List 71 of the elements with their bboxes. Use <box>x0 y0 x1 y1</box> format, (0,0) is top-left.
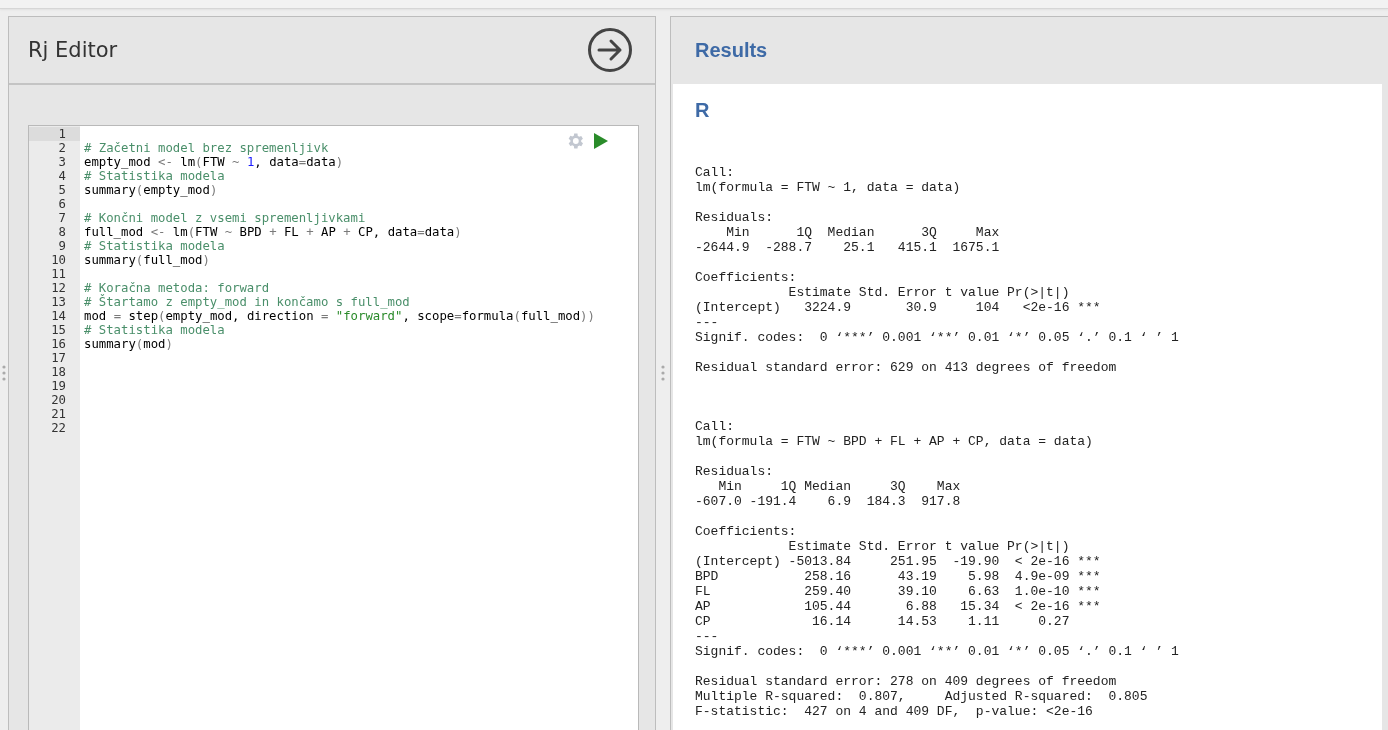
line-number: 16 <box>50 337 67 351</box>
line-number: 7 <box>57 211 67 225</box>
output-line: (Intercept) -5013.84 251.95 -19.90 < 2e-16 *** <box>695 554 1101 569</box>
line-number: 6 <box>57 197 67 211</box>
play-icon[interactable] <box>593 133 608 149</box>
code-line: summary(full_mod) <box>84 253 210 267</box>
line-number: 14 <box>50 309 67 323</box>
line-number: 20 <box>50 393 67 407</box>
code-line: # Začetni model brez spremenljivk <box>84 141 329 155</box>
line-number: 4 <box>57 169 67 183</box>
line-number: 13 <box>50 295 67 309</box>
line-number: 11 <box>50 267 67 281</box>
output-line: --- <box>695 315 719 330</box>
line-number: 1 <box>29 127 80 141</box>
line-number: 22 <box>50 421 67 435</box>
panel-title: Rj Editor <box>28 38 118 62</box>
output-line: Signif. codes: 0 ‘***’ 0.001 ‘**’ 0.01 ‘*’ 0.05 ‘.’ 0.1 ‘ ’ 1 <box>695 644 1179 659</box>
code-line: # Statistika modela <box>84 323 225 337</box>
output-line: Coefficients: <box>695 270 797 285</box>
output-line: -2644.9 -288.7 25.1 415.1 1675.1 <box>695 240 1001 255</box>
arrow-circle-icon[interactable] <box>587 27 633 73</box>
panel-title: Results <box>695 39 768 62</box>
line-number: 21 <box>50 407 67 421</box>
code-line: # Statistika modela <box>84 169 225 183</box>
code-line: # Štartamo z empty_mod in končamo s full_mod <box>84 295 410 309</box>
line-number: 18 <box>50 365 67 379</box>
output-line: --- <box>695 629 719 644</box>
line-number: 5 <box>57 183 67 197</box>
code-line: summary(mod) <box>84 337 173 351</box>
code-line: # Statistika modela <box>84 239 225 253</box>
line-number: 10 <box>50 253 67 267</box>
drag-handle-icon[interactable] <box>661 365 665 381</box>
output-line: FL 259.40 39.10 6.63 1.0e-10 *** <box>695 584 1101 599</box>
output-line: Multiple R-squared: 0.807, Adjusted R-squared: 0.805 <box>695 689 1149 704</box>
line-number: 15 <box>50 323 67 337</box>
output-line: Call: <box>695 419 734 434</box>
output-line: Residuals: <box>695 464 773 479</box>
output-line: AP 105.44 6.88 15.34 < 2e-16 *** <box>695 599 1101 614</box>
output-line: CP 16.14 14.53 1.11 0.27 <box>695 614 1071 629</box>
drag-handle-icon[interactable] <box>2 365 6 381</box>
output-line: Residual standard error: 629 on 413 degrees of freedom <box>695 360 1117 375</box>
code-line: summary(empty_mod) <box>84 183 218 197</box>
output-line: -607.0 -191.4 6.9 184.3 917.8 <box>695 494 962 509</box>
output-line: Coefficients: <box>695 524 797 539</box>
output-line: Estimate Std. Error t value Pr(>|t|) <box>787 285 1071 300</box>
output-line: (Intercept) 3224.9 30.9 104 <2e-16 *** <box>695 300 1101 315</box>
line-number: 2 <box>57 141 67 155</box>
code-line: # Koračna metoda: forward <box>84 281 270 295</box>
code-editor[interactable] <box>28 125 639 730</box>
line-number: 3 <box>57 155 67 169</box>
output-line: Estimate Std. Error t value Pr(>|t|) <box>787 539 1071 554</box>
output-line: lm(formula = FTW ~ 1, data = data) <box>695 180 961 195</box>
output-line: Min 1Q Median 3Q Max <box>717 479 962 494</box>
code-line: full_mod <- lm(FTW ~ BPD + FL + AP + CP, data=data) <box>84 225 462 239</box>
output-line: Call: <box>695 165 734 180</box>
code-line: mod = step(empty_mod, direction = "forward", scope=formula(full_mod)) <box>84 309 595 323</box>
line-number: 8 <box>57 225 67 239</box>
output-line: lm(formula = FTW ~ BPD + FL + AP + CP, data = data) <box>695 434 1093 449</box>
line-number: 12 <box>50 281 67 295</box>
line-number: 9 <box>57 239 67 253</box>
code-line: # Končni model z vsemi spremenljivkami <box>84 211 366 225</box>
output-line: Residuals: <box>695 210 773 225</box>
section-title: R <box>695 99 710 121</box>
output-line: Residual standard error: 278 on 409 degrees of freedom <box>695 674 1117 689</box>
output-line: Signif. codes: 0 ‘***’ 0.001 ‘**’ 0.01 ‘*’ 0.05 ‘.’ 0.1 ‘ ’ 1 <box>695 330 1179 345</box>
output-line: F-statistic: 427 on 4 and 409 DF, p-value: <2e-16 <box>695 704 1093 719</box>
output-line: BPD 258.16 43.19 5.98 4.9e-09 *** <box>695 569 1101 584</box>
code-line: empty_mod <- lm(FTW ~ 1, data=data) <box>84 155 344 169</box>
line-number: 19 <box>50 379 67 393</box>
line-number: 17 <box>50 351 67 365</box>
output-line: Min 1Q Median 3Q Max <box>725 225 1001 240</box>
